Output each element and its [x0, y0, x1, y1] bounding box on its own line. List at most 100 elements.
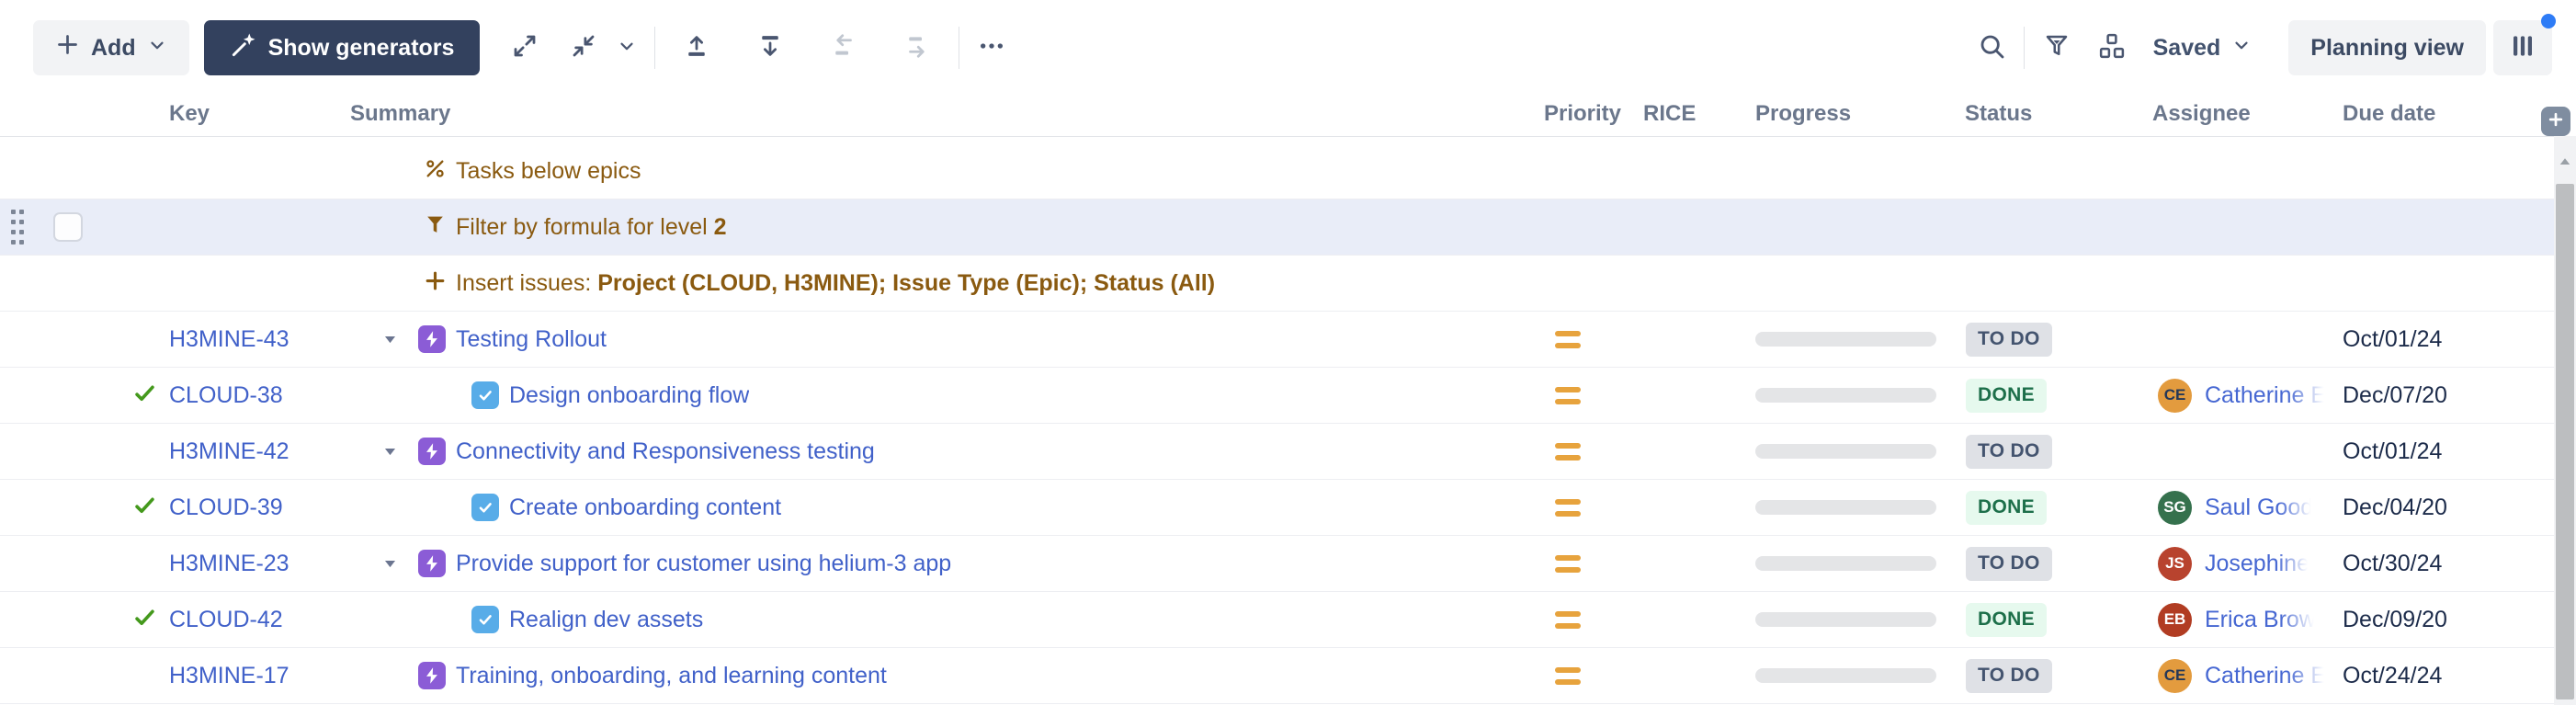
issue-summary-link[interactable]: Connectivity and Responsiveness testing — [418, 438, 875, 465]
generator-item[interactable]: Tasks below epics — [345, 157, 641, 185]
expander-icon[interactable] — [381, 555, 418, 573]
progress-bar — [1755, 388, 1936, 403]
avatar[interactable]: EB — [2158, 603, 2192, 637]
status-badge[interactable]: TO DO — [1966, 323, 2052, 357]
outdent-button[interactable] — [823, 27, 865, 69]
issue-row[interactable]: H3MINE-17 Training, onboarding, and lear… — [0, 648, 2554, 704]
indent-button[interactable] — [896, 27, 938, 69]
assignee-name[interactable]: Saul Good — [2205, 495, 2313, 521]
issue-summary-link[interactable]: Create onboarding content — [471, 494, 781, 521]
status-cell — [1948, 199, 2137, 255]
vertical-scrollbar[interactable] — [2554, 136, 2576, 705]
status-badge[interactable]: DONE — [1966, 491, 2047, 525]
due-date-cell: Oct/24/24 — [2339, 648, 2523, 703]
issue-summary-link[interactable]: Realign dev assets — [471, 606, 703, 633]
expand-level-dropdown[interactable] — [610, 27, 643, 69]
status-badge[interactable]: DONE — [1966, 603, 2047, 637]
drag-handle-icon[interactable] — [11, 210, 24, 244]
expand-all-button[interactable] — [504, 27, 546, 69]
issue-key-link[interactable]: CLOUD-38 — [165, 382, 283, 409]
add-button[interactable]: Add — [33, 20, 189, 75]
assignee-name[interactable]: Catherine E — [2205, 663, 2326, 689]
filter-button[interactable] — [2036, 27, 2078, 69]
due-date-value[interactable]: Dec/07/20 — [2339, 382, 2447, 409]
assignee-name[interactable]: Catherine E — [2205, 382, 2326, 409]
issue-row[interactable]: H3MINE-42 Connectivity and Responsivenes… — [0, 424, 2554, 480]
priority-medium-icon[interactable] — [1555, 499, 1581, 517]
progress-bar — [1755, 612, 1936, 627]
due-date-value[interactable]: Dec/04/20 — [2339, 495, 2447, 521]
move-bottom-button[interactable] — [749, 27, 791, 69]
issue-key-link[interactable]: H3MINE-17 — [165, 663, 289, 689]
assignee-name[interactable]: Erica Brow — [2205, 607, 2316, 633]
column-header-progress[interactable]: Progress — [1714, 101, 1948, 127]
issue-key-link[interactable]: H3MINE-23 — [165, 551, 289, 577]
issue-row[interactable]: H3MINE-23 Provide support for customer u… — [0, 536, 2554, 592]
avatar[interactable]: JS — [2158, 547, 2192, 581]
columns-button[interactable] — [2493, 20, 2552, 75]
priority-medium-icon[interactable] — [1555, 331, 1581, 348]
status-badge[interactable]: TO DO — [1966, 547, 2052, 581]
assignee-name[interactable]: Josephine — [2205, 551, 2309, 577]
key-cell — [165, 199, 345, 255]
generator-row[interactable]: Insert issues: Project (CLOUD, H3MINE); … — [0, 256, 2554, 312]
issue-summary-link[interactable]: Testing Rollout — [418, 325, 607, 353]
due-date-value[interactable]: Oct/01/24 — [2339, 438, 2442, 465]
move-top-button[interactable] — [675, 27, 718, 69]
add-column-button[interactable] — [2541, 107, 2570, 136]
row-checkbox[interactable] — [53, 212, 83, 242]
progress-cell — [1714, 648, 1948, 703]
column-header-status[interactable]: Status — [1948, 101, 2137, 127]
generator-row[interactable]: Filter by formula for level 2 — [0, 199, 2554, 256]
show-generators-button[interactable]: Show generators — [204, 20, 481, 75]
planning-view-button[interactable]: Planning view — [2288, 20, 2486, 75]
expander-icon[interactable] — [381, 443, 418, 461]
issue-summary-link[interactable]: Design onboarding flow — [471, 381, 749, 409]
generator-item[interactable]: Filter by formula for level 2 — [345, 213, 727, 241]
issue-summary-link[interactable]: Training, onboarding, and learning conte… — [418, 662, 887, 689]
priority-medium-icon[interactable] — [1555, 555, 1581, 573]
status-badge[interactable]: DONE — [1966, 379, 2047, 413]
issue-key-link[interactable]: CLOUD-42 — [165, 607, 283, 633]
group-button[interactable] — [2091, 27, 2133, 69]
issue-row[interactable]: H3MINE-43 Testing Rollout TO DO Oct/01/24 — [0, 312, 2554, 368]
column-header-due-date[interactable]: Due date — [2339, 101, 2523, 127]
avatar[interactable]: SG — [2158, 491, 2192, 525]
resolved-cell — [119, 536, 165, 591]
generator-row[interactable]: Tasks below epics — [0, 143, 2554, 199]
generator-item[interactable]: Insert issues: Project (CLOUD, H3MINE); … — [345, 269, 1215, 297]
column-header-summary[interactable]: Summary — [345, 101, 1526, 127]
column-header-priority[interactable]: Priority — [1526, 101, 1631, 127]
priority-medium-icon[interactable] — [1555, 443, 1581, 461]
toolbar-right-group: Saved Planning view — [1970, 20, 2552, 75]
status-badge[interactable]: TO DO — [1966, 659, 2052, 693]
issue-row[interactable]: CLOUD-42 Realign dev assets DONE EB Erica… — [0, 592, 2554, 648]
column-header-rice[interactable]: RICE — [1631, 101, 1714, 127]
expander-icon[interactable] — [381, 331, 418, 348]
due-date-value[interactable]: Oct/30/24 — [2339, 551, 2442, 577]
issue-summary-link[interactable]: Provide support for customer using heliu… — [418, 550, 951, 577]
scrollbar-thumb[interactable] — [2556, 184, 2574, 699]
issue-key-link[interactable]: CLOUD-39 — [165, 495, 283, 521]
column-header-key[interactable]: Key — [165, 101, 345, 127]
issue-row[interactable]: CLOUD-38 Design onboarding flow DONE CE C… — [0, 368, 2554, 424]
avatar[interactable]: CE — [2158, 379, 2192, 413]
priority-medium-icon[interactable] — [1555, 611, 1581, 629]
priority-medium-icon[interactable] — [1555, 387, 1581, 404]
collapse-all-button[interactable] — [562, 27, 605, 69]
status-badge[interactable]: TO DO — [1966, 435, 2052, 469]
column-header-assignee[interactable]: Assignee — [2137, 101, 2339, 127]
due-date-value[interactable]: Oct/01/24 — [2339, 326, 2442, 353]
due-date-value[interactable]: Dec/09/20 — [2339, 607, 2447, 633]
show-generators-label: Show generators — [268, 35, 455, 62]
scroll-up-icon[interactable] — [2554, 151, 2576, 173]
issue-key-link[interactable]: H3MINE-42 — [165, 438, 289, 465]
search-button[interactable] — [1970, 27, 2013, 69]
issue-row[interactable]: CLOUD-39 Create onboarding content DONE S… — [0, 480, 2554, 536]
more-button[interactable] — [970, 27, 1013, 69]
saved-dropdown[interactable]: Saved — [2153, 35, 2253, 62]
avatar[interactable]: CE — [2158, 659, 2192, 693]
priority-medium-icon[interactable] — [1555, 667, 1581, 685]
issue-key-link[interactable]: H3MINE-43 — [165, 326, 289, 353]
due-date-value[interactable]: Oct/24/24 — [2339, 663, 2442, 689]
